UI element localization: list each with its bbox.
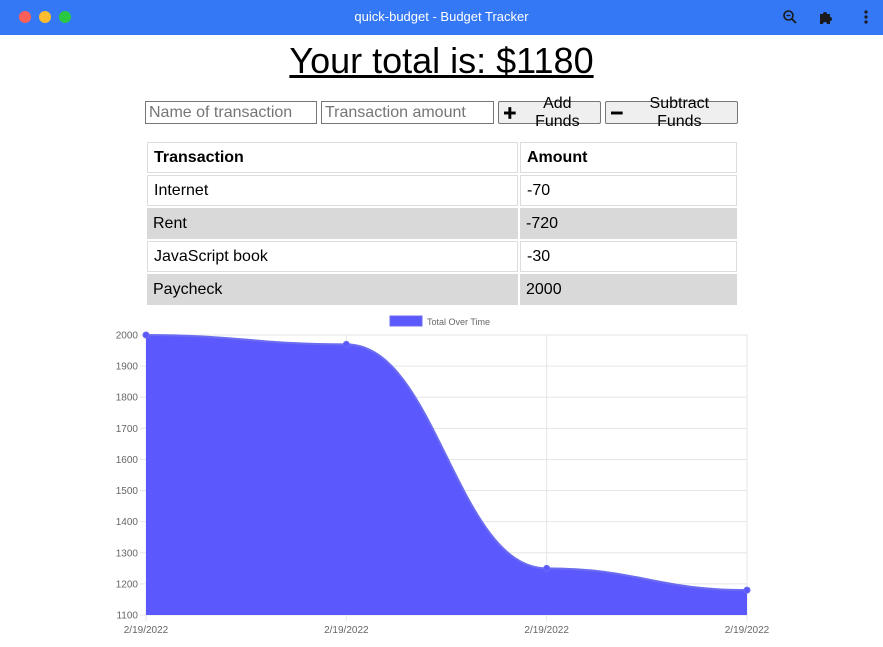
y-tick-label: 1400 xyxy=(116,517,139,528)
transaction-name: Internet xyxy=(147,175,518,206)
legend-swatch xyxy=(389,315,423,327)
y-tick-label: 1200 xyxy=(116,579,139,590)
y-tick-label: 1900 xyxy=(116,362,139,373)
x-tick-label: 2/19/2022 xyxy=(124,625,169,636)
table-row: Internet -70 xyxy=(147,175,737,206)
transaction-name-input[interactable] xyxy=(145,101,317,124)
y-tick-label: 1300 xyxy=(116,548,139,559)
data-point xyxy=(142,331,150,339)
y-tick-label: 1700 xyxy=(116,424,139,435)
x-tick-label: 2/19/2022 xyxy=(725,625,770,636)
table-row: JavaScript book -30 xyxy=(147,241,737,272)
y-tick-label: 2000 xyxy=(116,331,139,342)
y-tick-label: 1800 xyxy=(116,393,139,404)
header-transaction: Transaction xyxy=(147,142,518,173)
data-point xyxy=(743,586,751,594)
zoom-icon[interactable] xyxy=(781,8,799,26)
data-point xyxy=(342,340,350,348)
plus-icon xyxy=(504,106,516,119)
subtract-funds-label: Subtract Funds xyxy=(649,94,710,130)
browser-titlebar: quick-budget - Budget Tracker xyxy=(0,0,883,35)
series-area xyxy=(146,335,747,615)
x-tick-label: 2/19/2022 xyxy=(524,625,569,636)
x-tick-label: 2/19/2022 xyxy=(324,625,369,636)
table-row: Rent -720 xyxy=(147,208,737,239)
transaction-name: Rent xyxy=(147,208,518,239)
add-funds-button[interactable]: Add Funds xyxy=(498,95,601,130)
data-point xyxy=(543,564,551,572)
transaction-name: Paycheck xyxy=(147,274,518,305)
y-tick-label: 1600 xyxy=(116,455,139,466)
table-header-row: Transaction Amount xyxy=(147,142,737,173)
add-funds-label: Add Funds xyxy=(535,94,580,130)
extensions-puzzle-icon[interactable] xyxy=(817,8,835,26)
y-tick-label: 1500 xyxy=(116,486,139,497)
transaction-amount: -30 xyxy=(520,241,737,272)
transaction-amount: -720 xyxy=(520,208,737,239)
total-over-time-chart: 2000 1900 1800 1700 1600 1500 1400 1300 1200 1100… xyxy=(116,315,770,636)
y-tick-label: 1100 xyxy=(116,611,138,622)
transaction-amount: 2000 xyxy=(520,274,737,305)
transaction-name: JavaScript book xyxy=(147,241,518,272)
transaction-amount: -70 xyxy=(520,175,737,206)
subtract-funds-button[interactable]: Subtract Funds xyxy=(605,95,738,130)
transaction-amount-input[interactable] xyxy=(321,101,494,124)
header-amount: Amount xyxy=(520,142,737,173)
minus-icon xyxy=(611,111,623,114)
legend-label: Total Over Time xyxy=(427,317,490,327)
window-title: quick-budget - Budget Tracker xyxy=(354,9,529,24)
total-heading: Your total is: $1180 xyxy=(289,40,594,81)
table-row: Paycheck 2000 xyxy=(147,274,737,305)
more-menu-icon[interactable] xyxy=(857,8,875,26)
transactions-table: Transaction Amount Internet -70 Rent -72… xyxy=(145,140,739,307)
